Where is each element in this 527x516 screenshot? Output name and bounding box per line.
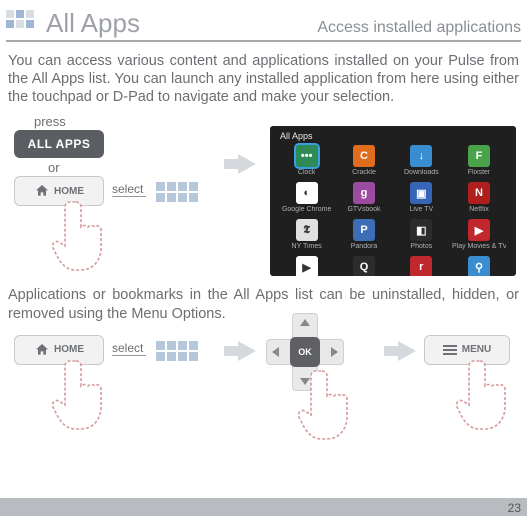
home-icon — [34, 342, 50, 358]
instruction-row-1: press ALL APPS or HOME select All Apps •… — [8, 114, 519, 286]
instruction-row-2: HOME select OK MENU — [8, 329, 519, 427]
press-label: press — [34, 114, 66, 129]
tv-app-item[interactable]: QQello — [337, 256, 390, 276]
tv-apps-grid: ••• Clock C Crackle ↓ Downloads F Flixster ◐ Goog… — [270, 143, 516, 276]
tv-app-item[interactable]: rRedux TV — [395, 256, 448, 276]
tv-app-item[interactable]: ••• Clock — [280, 145, 333, 176]
tv-header: All Apps — [270, 126, 516, 143]
page-header: All Apps Access installed applications — [6, 6, 521, 42]
app-label: Clock — [298, 169, 316, 176]
page-subtitle: Access installed applications — [317, 19, 521, 37]
app-label: Live TV — [410, 206, 434, 213]
arrow-right-icon — [238, 341, 256, 361]
apps-grid-icon — [156, 182, 198, 202]
app-label: NY Times — [292, 243, 322, 250]
page-number: 23 — [508, 501, 521, 515]
tv-app-item[interactable]: F Flixster — [452, 145, 506, 176]
home-icon — [34, 183, 50, 199]
tv-app-item[interactable]: ▣ Live TV — [395, 182, 448, 213]
app-icon: ••• — [296, 145, 318, 167]
hand-pointer-icon — [50, 196, 110, 276]
tv-app-item[interactable]: ⚲Search — [452, 256, 506, 276]
menu-options-paragraph: Applications or bookmarks in the All App… — [8, 286, 519, 322]
all-apps-button[interactable]: ALL APPS — [14, 130, 104, 158]
app-icon: P — [353, 219, 375, 241]
menu-button-label: MENU — [462, 344, 491, 355]
app-label: GTVsbook — [347, 206, 380, 213]
app-icon: ▶ — [296, 256, 318, 276]
tv-app-item[interactable]: P Pandora — [337, 219, 390, 250]
menu-icon — [443, 345, 457, 355]
app-icon: ↓ — [410, 145, 432, 167]
app-icon: N — [468, 182, 490, 204]
dpad-left-icon[interactable] — [272, 347, 279, 357]
app-icon: ▣ — [410, 182, 432, 204]
app-label: Downloads — [404, 169, 439, 176]
app-icon: 𝕿 — [296, 219, 318, 241]
hand-pointer-icon — [454, 355, 514, 435]
tv-app-item[interactable]: ▶ Play Movies & TV — [452, 219, 506, 250]
app-label: Crackle — [352, 169, 376, 176]
home-button-label: HOME — [54, 186, 84, 197]
tv-app-item[interactable]: N Netflix — [452, 182, 506, 213]
ok-button[interactable]: OK — [290, 337, 320, 367]
app-icon: Q — [353, 256, 375, 276]
app-label: Netflix — [469, 206, 488, 213]
hand-pointer-icon — [296, 365, 356, 445]
app-icon: ⚲ — [468, 256, 490, 276]
app-label: Pandora — [351, 243, 377, 250]
arrow-right-icon — [398, 341, 416, 361]
select-label: select — [112, 341, 146, 356]
app-icon: r — [410, 256, 432, 276]
grid-logo-icon — [6, 10, 40, 38]
intro-paragraph: You can access various content and appli… — [8, 52, 519, 106]
app-icon: ▶ — [468, 219, 490, 241]
footer-bar: 23 — [0, 498, 527, 516]
app-icon: F — [468, 145, 490, 167]
dpad-right-icon[interactable] — [331, 347, 338, 357]
app-icon: ◧ — [410, 219, 432, 241]
app-label: Flixster — [468, 169, 491, 176]
arrow-right-icon — [238, 154, 256, 174]
tv-app-item[interactable]: ↓ Downloads — [395, 145, 448, 176]
tv-app-item[interactable]: ◐ Google Chrome — [280, 182, 333, 213]
select-label: select — [112, 182, 146, 197]
tv-app-item[interactable]: g GTVsbook — [337, 182, 390, 213]
hand-pointer-icon — [50, 355, 110, 435]
app-icon: ◐ — [296, 182, 318, 204]
page-title: All Apps — [46, 8, 140, 39]
app-label: Google Chrome — [282, 206, 331, 213]
tv-screen: All Apps ••• Clock C Crackle ↓ Downloads F Flix… — [270, 126, 516, 276]
app-label: Play Movies & TV — [452, 243, 506, 250]
app-icon: C — [353, 145, 375, 167]
app-icon: g — [353, 182, 375, 204]
dpad-up-icon[interactable] — [300, 319, 310, 326]
tv-app-item[interactable]: C Crackle — [337, 145, 390, 176]
or-label: or — [48, 160, 60, 175]
tv-app-item[interactable]: ▶Play Store — [280, 256, 333, 276]
app-label: Photos — [410, 243, 432, 250]
tv-app-item[interactable]: 𝕿 NY Times — [280, 219, 333, 250]
all-apps-button-label: ALL APPS — [28, 137, 91, 151]
home-button-label: HOME — [54, 344, 84, 355]
apps-grid-icon — [156, 341, 198, 361]
tv-app-item[interactable]: ◧ Photos — [395, 219, 448, 250]
